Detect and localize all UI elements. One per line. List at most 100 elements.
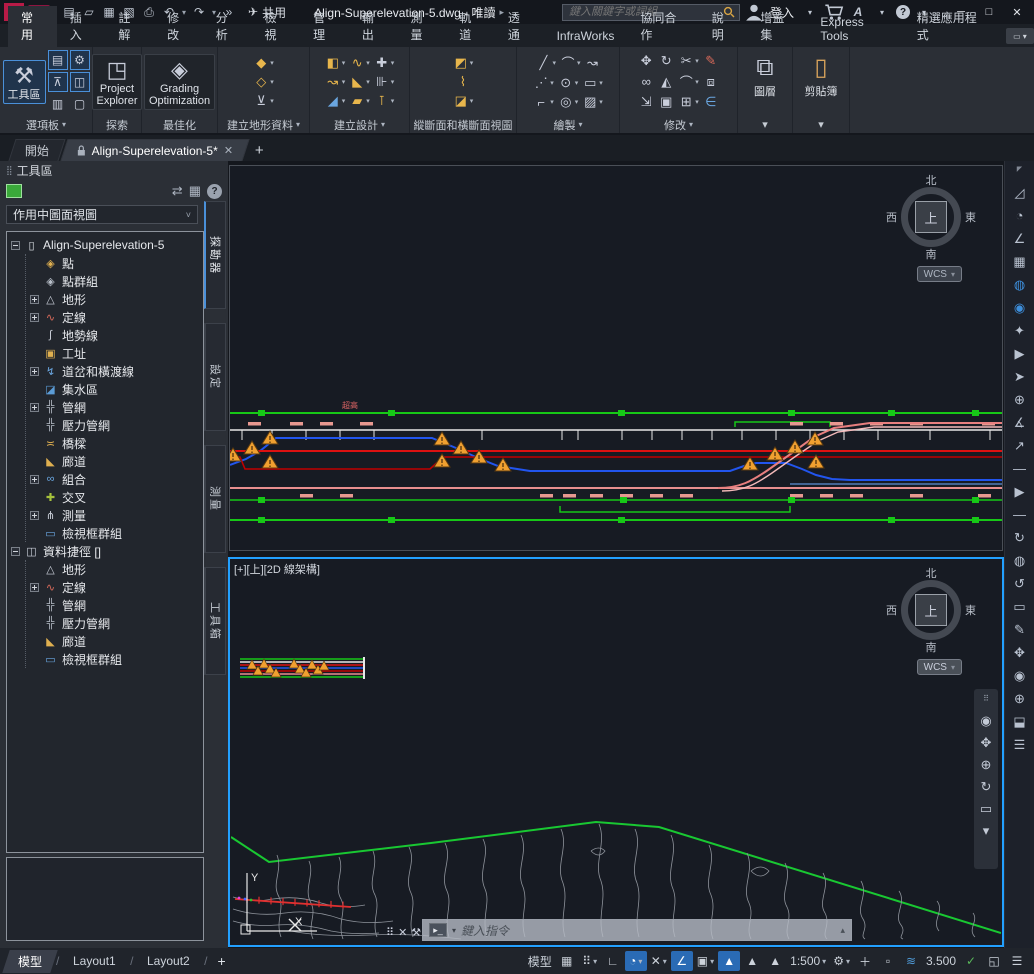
array-icon-caret[interactable]: ▾ xyxy=(695,98,699,106)
viewcube-west[interactable]: 西 xyxy=(886,209,897,225)
line-icon-caret[interactable]: ▾ xyxy=(552,59,556,67)
tree-item-道岔和橫渡線[interactable]: ↯道岔和橫渡線 xyxy=(30,362,203,380)
ribbon-tab-10[interactable]: 透通 xyxy=(495,6,544,47)
profile-create-icon[interactable]: ∿▾ xyxy=(349,55,370,71)
point-marker-icon[interactable]: ✦ xyxy=(1014,324,1025,338)
geolocation-globe-icon[interactable]: ◍ xyxy=(1014,278,1025,292)
explode-icon[interactable]: ⧈ xyxy=(703,74,719,90)
tree-item-廊道[interactable]: ◣廊道 xyxy=(30,452,203,470)
survey-tools-icon[interactable]: ⊻▾ xyxy=(253,93,274,109)
tree-item-點群組[interactable]: ◈點群組 xyxy=(30,272,203,290)
toolspace-tab-3[interactable]: 工具箱 xyxy=(204,567,226,675)
annotation-scale-select[interactable]: 1:500▾ xyxy=(787,951,829,971)
profile-view-icon[interactable]: ◩▾ xyxy=(453,55,474,71)
globe-marker-icon[interactable]: ◉ xyxy=(1014,301,1025,315)
tree-root-資料捷徑 [][interactable]: ◫資料捷徑 [] xyxy=(11,542,203,560)
viewcube-west[interactable]: 西 xyxy=(886,602,897,618)
create-points-icon-caret[interactable]: ▾ xyxy=(270,78,274,86)
create-surface-icon[interactable]: ◆▾ xyxy=(253,55,274,71)
menu-lines-icon[interactable]: ☰ xyxy=(1014,738,1026,752)
intersection-create-icon[interactable]: ✚▾ xyxy=(374,55,395,71)
ribbon-tab-13[interactable]: 說明 xyxy=(699,6,748,47)
array-icon[interactable]: ⊞▾ xyxy=(678,94,699,110)
measure-angle-icon[interactable]: ∡ xyxy=(1014,416,1026,430)
viewcube-south[interactable]: 南 xyxy=(926,639,937,655)
pipe-create-icon[interactable]: ⊺▾ xyxy=(374,93,395,109)
workspace-settings-gear[interactable]: ⚙▾ xyxy=(830,951,853,971)
erase-icon[interactable]: ✎ xyxy=(703,53,719,69)
survey-palette-icon[interactable]: ⊼ xyxy=(48,72,68,92)
section-view-icon[interactable]: ◪▾ xyxy=(453,93,474,109)
cmd-close-icon[interactable]: ✕ xyxy=(398,926,407,939)
viewcube-south[interactable]: 南 xyxy=(926,246,937,262)
rotate-icon[interactable]: ↻ xyxy=(658,53,674,69)
ribbon-tab-3[interactable]: 修改 xyxy=(154,6,203,47)
move-tool-icon[interactable]: ✥ xyxy=(1014,646,1025,660)
panel-label-draw[interactable]: 繪製▾ xyxy=(517,116,619,133)
tree-expander[interactable] xyxy=(11,241,20,250)
command-prompt-icon[interactable]: ▸_ xyxy=(429,923,447,937)
viewport-top[interactable]: 超高 北 南 西 東 上 WCS ▾ xyxy=(229,165,1003,551)
ribbon-tab-11[interactable]: InfraWorks xyxy=(544,26,628,47)
commandline-expand-icon[interactable]: ▴ xyxy=(840,925,845,936)
fillet-icon-caret[interactable]: ▾ xyxy=(695,78,699,86)
viewport-bottom-active[interactable]: [+][上][2D 線架構] 北 南 西 東 上 WCS ▾ YX ⠿◉✥⊕↻▭… xyxy=(228,557,1004,947)
offset-icon[interactable]: ∈ xyxy=(703,94,719,110)
help-button[interactable]: ? xyxy=(207,184,222,199)
toolspace-tab-1[interactable]: 設定 xyxy=(204,323,226,431)
calculator-palette-icon[interactable]: ▢ xyxy=(70,94,90,114)
preview-toggle-icon[interactable]: ▦ xyxy=(189,183,201,199)
tree-item-定線[interactable]: ∿定線 xyxy=(30,308,203,326)
orbit-icon[interactable]: ↻ xyxy=(981,779,992,795)
crosshair-toggle[interactable]: ＋ xyxy=(854,951,876,971)
command-input[interactable]: 鍵入指令 xyxy=(461,922,835,939)
fillet-draw-icon-caret[interactable]: ▾ xyxy=(550,98,554,106)
panel-label-layers[interactable]: ▾ xyxy=(738,116,792,133)
visibility-check-icon[interactable]: ◔ xyxy=(1016,209,1024,223)
tree-item-地形[interactable]: △地形 xyxy=(30,560,203,578)
graphics-performance-toggle[interactable]: ≋ xyxy=(900,951,922,971)
panel-label-create-design[interactable]: 建立設計▾ xyxy=(310,116,409,133)
copy-icon[interactable]: ∞ xyxy=(638,74,654,89)
tree-item-管網[interactable]: ╬管網 xyxy=(30,398,203,416)
tree-item-測量[interactable]: ⋔測量 xyxy=(30,506,203,524)
wcs-selector-top[interactable]: WCS ▾ xyxy=(917,266,962,282)
sheetset-palette-icon[interactable]: ▥ xyxy=(48,94,68,114)
rectangle-icon-caret[interactable]: ▾ xyxy=(599,79,603,87)
magnifier-tool-icon[interactable]: ⊕ xyxy=(1014,692,1025,706)
autoscale-annotation-toggle[interactable]: ▲ xyxy=(741,951,763,971)
divider-line[interactable]: — xyxy=(1013,462,1026,476)
layers-button[interactable]: ⧉圖層 xyxy=(754,49,776,114)
tree-item-工址[interactable]: ▣工址 xyxy=(30,344,203,362)
ribbon-tab-9[interactable]: 軌道 xyxy=(446,6,495,47)
rectangle-icon[interactable]: ▭▾ xyxy=(582,75,603,91)
tree-item-壓力管網[interactable]: ╬壓力管網 xyxy=(30,416,203,434)
triangle-ruler-icon[interactable]: ◿ xyxy=(1015,186,1025,200)
ribbon-tab-12[interactable]: 協同合作 xyxy=(627,6,698,47)
toolspace-button[interactable]: ⚒工具區 xyxy=(3,60,46,104)
object-snap-toggle-caret[interactable]: ▾ xyxy=(710,957,714,966)
layout-tab-Layout1[interactable]: Layout1 xyxy=(58,951,131,971)
hatch-icon[interactable]: ▨▾ xyxy=(582,94,603,110)
panel-label-profile-section-views[interactable]: 縱斷面和橫斷面視圖 xyxy=(410,116,516,133)
toolspace-tab-2[interactable]: 測量 xyxy=(204,445,226,553)
ribbon-tab-6[interactable]: 管理 xyxy=(300,6,349,47)
snap-mode-toggle[interactable]: ⠿▾ xyxy=(579,951,601,971)
profile-view-icon-caret[interactable]: ▾ xyxy=(470,59,474,67)
annotation-scale-icon[interactable]: ▲ xyxy=(764,951,786,971)
isodraft-toggle-caret[interactable]: ▾ xyxy=(663,957,667,966)
tree-item-檢視框群組[interactable]: ▭檢視框群組 xyxy=(30,650,203,668)
snap-mode-toggle-caret[interactable]: ▾ xyxy=(593,957,597,966)
tree-expander[interactable] xyxy=(30,583,39,592)
clipboard-button[interactable]: ▯剪貼簿 xyxy=(805,49,838,114)
ribbon-tab-2[interactable]: 註解 xyxy=(105,6,154,47)
tree-item-管網[interactable]: ╬管網 xyxy=(30,596,203,614)
polar-tracking-toggle-caret[interactable]: ▾ xyxy=(638,957,642,966)
navbar-grip[interactable]: ⠿ xyxy=(983,691,989,707)
pencil-tool-icon[interactable]: ✎ xyxy=(1014,623,1025,637)
panel-label-optimize[interactable]: 最佳化 xyxy=(142,116,217,133)
workspace-settings-gear-caret[interactable]: ▾ xyxy=(846,957,850,966)
ribbon-tab-8[interactable]: 測量 xyxy=(398,6,447,47)
file-tab-close-icon[interactable]: ✕ xyxy=(224,144,233,157)
table-grid-icon[interactable]: ▦ xyxy=(1013,255,1025,269)
